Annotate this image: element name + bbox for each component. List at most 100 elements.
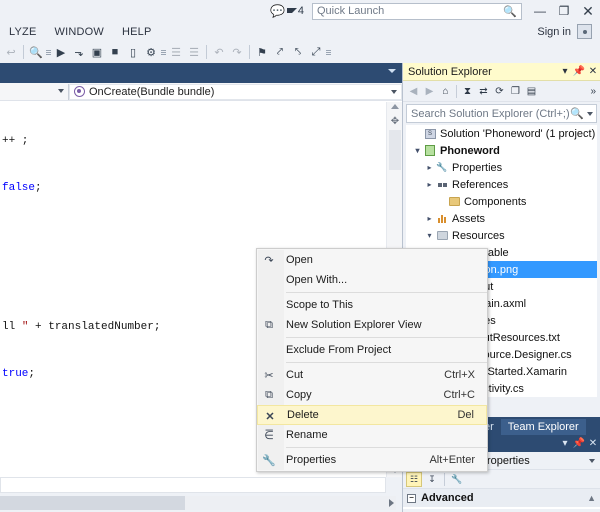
scroll-up-icon[interactable]: ▲ [587, 493, 600, 503]
document-tab-well [0, 63, 402, 83]
collapse-toggle-icon[interactable]: − [407, 494, 416, 503]
menu-item-analyze[interactable]: LYZE [0, 26, 46, 38]
context-menu-item-open[interactable]: ↷ Open [257, 250, 487, 270]
sync-icon[interactable]: ⇄ [476, 84, 491, 99]
properties-grid[interactable]: − Advanced ▲ [403, 489, 600, 509]
menu-item-shortcut: Alt+Enter [429, 454, 487, 466]
tree-item-references[interactable]: ▸ References [406, 176, 597, 193]
close-button[interactable]: ✕ [576, 1, 600, 21]
tree-item-phoneword[interactable]: ▾ Phoneword [406, 142, 597, 159]
feedback-icon[interactable]: 💬 [269, 2, 287, 20]
notifications-count: 4 [298, 5, 304, 17]
standard-toolbar: ↩ 🔍 ▶ ⬎ ▣ ■ ▯ ⚙ ☰ ☰ ↶ ↷ ⚑ ⤤ ⤣ ⤢ [0, 41, 600, 63]
chevron-down-icon[interactable] [587, 112, 593, 116]
tree-item-assets[interactable]: ▸ Assets [406, 210, 597, 227]
android-emulator-icon[interactable]: ■ [106, 43, 124, 61]
comment-icon[interactable]: ↶ [210, 43, 228, 61]
context-menu-item-scope-to-this[interactable]: Scope to This [257, 295, 487, 315]
indent-icon[interactable]: ☰ [167, 43, 185, 61]
member-dropdown[interactable]: OnCreate(Bundle bundle) [69, 84, 402, 100]
search-solution-explorer-input[interactable]: Search Solution Explorer (Ctrl+;) 🔍 [406, 104, 597, 123]
categorized-icon[interactable]: ☷ [406, 472, 422, 487]
tree-item-solution[interactable]: ▷ S Solution 'Phoneword' (1 project) [406, 125, 597, 142]
prev-bookmark-icon[interactable]: ⤣ [289, 43, 307, 61]
se-toolbar-separator [456, 85, 457, 98]
chevron-down-icon[interactable] [589, 459, 595, 463]
context-menu-item-properties[interactable]: 🔧 Properties Alt+Enter [257, 450, 487, 470]
back-icon[interactable]: ◀ [406, 84, 421, 99]
editor-navigation-bar: OnCreate(Bundle bundle) [0, 83, 402, 101]
scope-to-this-icon [261, 297, 277, 313]
scroll-right-icon[interactable] [389, 499, 394, 507]
step-into-icon[interactable]: ⬎ [70, 43, 88, 61]
dropdown-icon[interactable]: ▾ [558, 438, 572, 449]
pin-icon[interactable]: 📌 [572, 66, 586, 77]
home-icon[interactable]: ⌂ [438, 84, 453, 99]
sign-in-button[interactable]: Sign in [537, 26, 577, 38]
notifications-button[interactable]: 4 [287, 5, 304, 17]
clear-bookmarks-icon[interactable]: ⤢ [307, 43, 325, 61]
expander-icon[interactable]: ▾ [412, 146, 423, 155]
device-icon[interactable]: ▯ [124, 43, 142, 61]
expander-icon[interactable]: ▸ [424, 163, 435, 172]
scroll-up-icon[interactable] [391, 104, 399, 109]
context-menu-item-cut[interactable]: ✂ Cut Ctrl+X [257, 365, 487, 385]
menu-item-help[interactable]: HELP [113, 26, 161, 38]
menu-item-window[interactable]: WINDOW [46, 26, 113, 38]
context-menu-item-new-solution-explorer-view[interactable]: ⧉ New Solution Explorer View [257, 315, 487, 335]
open-icon: ↷ [261, 252, 277, 268]
expander-icon[interactable]: ▸ [424, 214, 435, 223]
toolbar-overflow-grip[interactable] [45, 45, 52, 59]
alphabetical-icon[interactable]: ↧ [424, 472, 440, 487]
uncomment-icon[interactable]: ↷ [228, 43, 246, 61]
tab-team-explorer[interactable]: Team Explorer [501, 419, 586, 435]
editor-splitter-handle[interactable]: ✥ [389, 116, 401, 127]
start-debug-icon[interactable]: ▶ [52, 43, 70, 61]
toolbar-overflow-grip-3[interactable] [325, 45, 332, 59]
expander-icon[interactable]: ▾ [424, 231, 435, 240]
pending-changes-icon[interactable]: ⧗ [460, 84, 475, 99]
account-icon[interactable] [577, 24, 592, 39]
minimize-button[interactable]: — [528, 1, 552, 21]
settings-gear-icon[interactable]: ⚙ [142, 43, 160, 61]
account-head-shape [583, 30, 587, 34]
toolbar-overflow-grip-2[interactable] [160, 45, 167, 59]
forward-icon[interactable]: ▶ [422, 84, 437, 99]
editor-horizontal-scrollbar[interactable] [0, 496, 396, 510]
bookmark-icon[interactable]: ⚑ [253, 43, 271, 61]
dropdown-icon[interactable]: ▾ [558, 66, 572, 77]
code-line [0, 227, 386, 243]
properties-category-advanced[interactable]: − Advanced ▲ [403, 489, 600, 507]
overflow-icon[interactable]: » [590, 86, 600, 97]
refresh-icon[interactable]: ⟳ [492, 84, 507, 99]
type-dropdown[interactable] [0, 84, 68, 100]
next-bookmark-icon[interactable]: ⤤ [271, 43, 289, 61]
expander-icon[interactable]: ▸ [424, 180, 435, 189]
vertical-scroll-thumb[interactable] [389, 130, 401, 170]
property-pages-icon[interactable]: 🔧 [449, 472, 465, 487]
context-menu-item-exclude-from-project[interactable]: Exclude From Project [257, 340, 487, 360]
context-menu-item-delete[interactable]: ✕ Delete Del [257, 405, 487, 425]
tree-item-properties[interactable]: ▸ 🔧 Properties [406, 159, 597, 176]
context-menu-item-rename[interactable]: ⋶ Rename [257, 425, 487, 445]
undo-redo-icon[interactable]: ↩ [2, 43, 20, 61]
tree-item-resources[interactable]: ▾ Resources [406, 227, 597, 244]
outdent-icon[interactable]: ☰ [185, 43, 203, 61]
horizontal-scroll-thumb[interactable] [0, 496, 185, 510]
context-menu-item-copy[interactable]: ⧉ Copy Ctrl+C [257, 385, 487, 405]
context-menu-item-open-with[interactable]: Open With... [257, 270, 487, 290]
quick-launch-input[interactable]: Quick Launch [317, 5, 384, 17]
tab-list-dropdown-icon[interactable] [388, 69, 396, 73]
tree-item-components[interactable]: ▷ Components [406, 193, 597, 210]
maximize-button[interactable]: ❐ [552, 1, 576, 21]
collapse-all-icon[interactable]: ❐ [508, 84, 523, 99]
find-icon[interactable]: 🔍 [27, 43, 45, 61]
search-icon: 🔍 [570, 107, 584, 120]
close-icon[interactable]: ✕ [586, 438, 600, 449]
device-camera-icon[interactable]: ▣ [88, 43, 106, 61]
close-icon[interactable]: ✕ [586, 66, 600, 77]
pin-icon[interactable]: 📌 [572, 438, 586, 449]
menu-item-shortcut: Del [457, 409, 486, 421]
show-all-files-icon[interactable]: ▤ [524, 84, 539, 99]
quick-launch-box[interactable]: Quick Launch 🔍 [312, 3, 522, 20]
